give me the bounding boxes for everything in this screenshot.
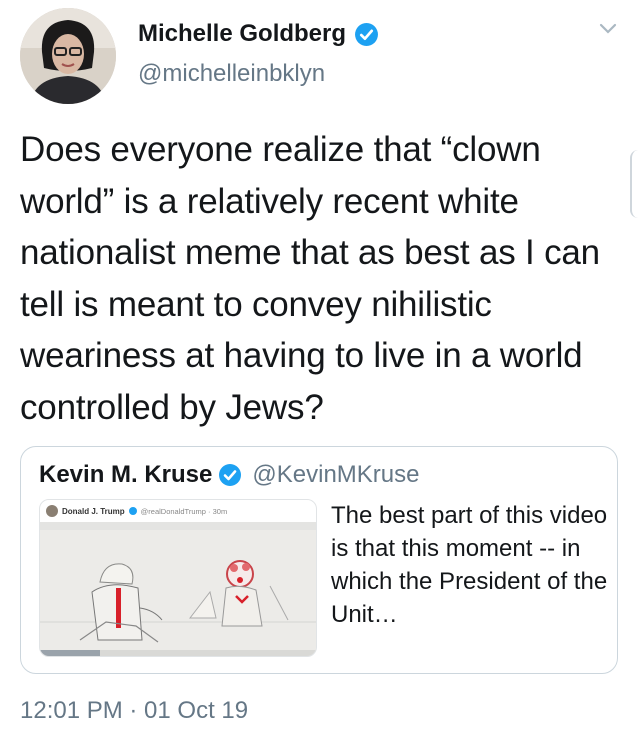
embedded-tweet-header: Donald J. Trump @realDonaldTrump · 30m <box>40 500 316 522</box>
author-name-row: Michelle Goldberg <box>138 20 379 48</box>
author-handle[interactable]: @michelleinbklyn <box>138 60 325 88</box>
quoted-author-name: Kevin M. Kruse <box>39 461 213 488</box>
quoted-tweet-text: The best part of this video is that this… <box>331 502 608 628</box>
avatar-image <box>20 8 116 104</box>
scroll-edge <box>630 150 640 218</box>
author-name[interactable]: Michelle Goldberg <box>138 20 346 48</box>
embedded-handle: @realDonaldTrump · 30m <box>140 506 228 516</box>
embedded-name: Donald J. Trump <box>62 506 125 516</box>
verified-badge-icon <box>355 22 378 46</box>
quoted-tweet[interactable]: Kevin M. Kruse @KevinMKruse Donald J. Tr… <box>20 446 618 674</box>
quoted-author-handle: @KevinMKruse <box>252 461 420 488</box>
embedded-avatar <box>46 505 58 517</box>
quoted-header: Kevin M. Kruse @KevinMKruse <box>39 461 419 489</box>
author-avatar[interactable] <box>20 8 116 104</box>
tweet-card: Michelle Goldberg @michelleinbklyn Does … <box>0 0 640 745</box>
quoted-media-thumbnail[interactable]: Donald J. Trump @realDonaldTrump · 30m <box>39 499 317 657</box>
tweet-text: Does everyone realize that “clown world”… <box>20 130 600 427</box>
chevron-down-icon[interactable] <box>598 22 618 36</box>
tweet-timestamp[interactable]: 12:01 PM · 01 Oct 19 <box>20 697 248 725</box>
video-frame-image <box>40 522 316 656</box>
verified-badge-icon <box>219 464 242 486</box>
verified-badge-icon <box>128 507 137 515</box>
